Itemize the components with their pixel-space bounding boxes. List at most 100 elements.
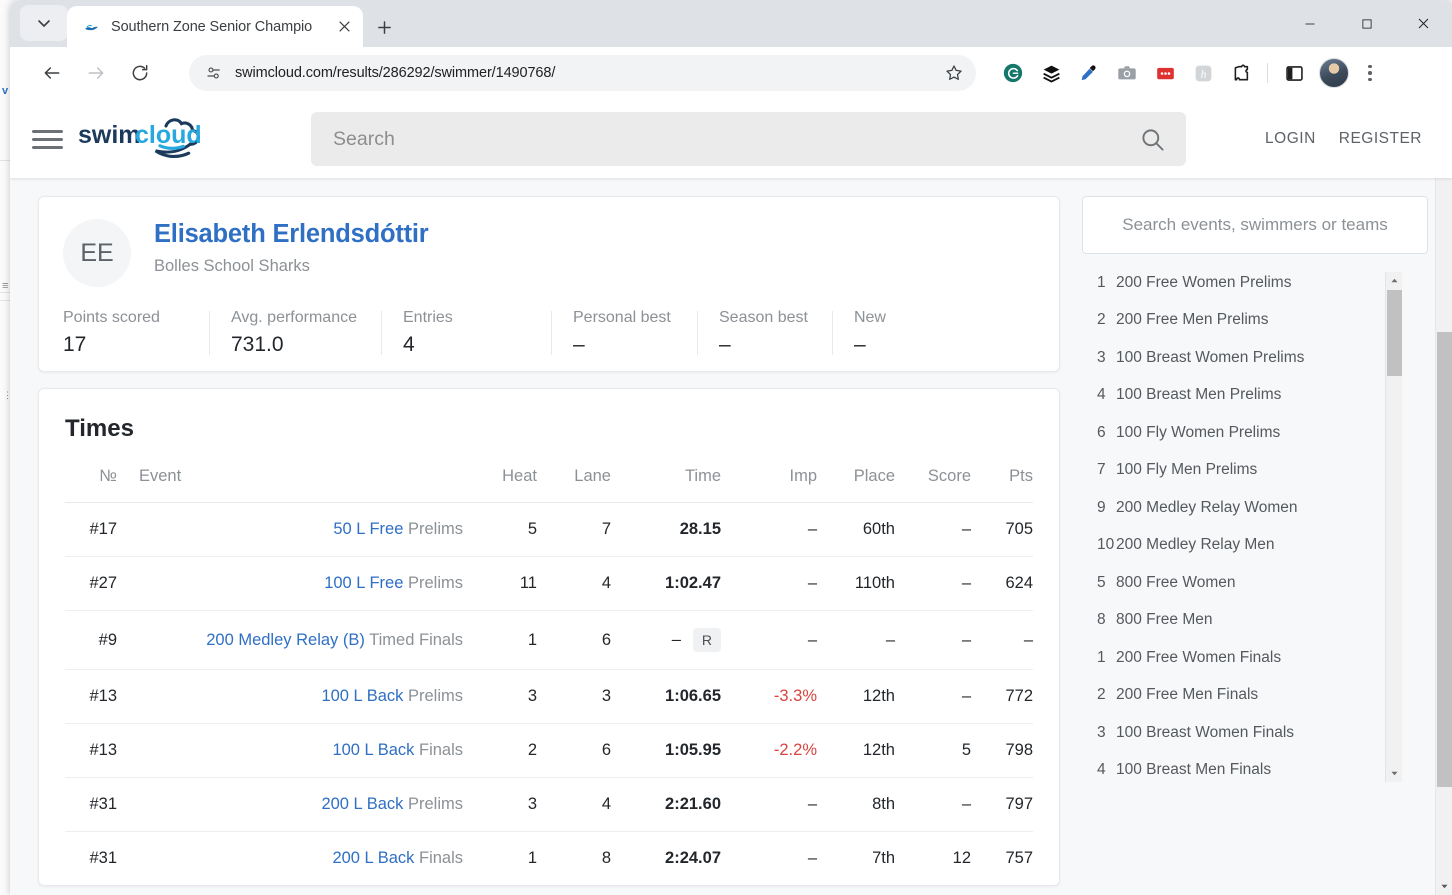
close-icon <box>1418 18 1429 29</box>
event-link[interactable]: 50 L Free <box>333 520 403 538</box>
menu-hamburger-icon[interactable] <box>32 122 66 156</box>
list-item[interactable]: 3 100 Breast Women Prelims <box>1082 339 1428 377</box>
event-round: Prelims <box>407 687 463 705</box>
cell-time: 1:06.65 <box>611 669 721 724</box>
event-link[interactable]: 100 L Free <box>324 574 403 592</box>
scroll-down-arrow-icon[interactable] <box>1386 765 1403 782</box>
page-scrollbar-thumb[interactable] <box>1437 332 1452 787</box>
maximize-button[interactable] <box>1338 0 1395 47</box>
cell-lane: 6 <box>537 610 611 670</box>
list-item[interactable]: 7 100 Fly Men Prelims <box>1082 452 1428 490</box>
page-scrollbar[interactable] <box>1435 100 1452 895</box>
minimize-button[interactable] <box>1281 0 1338 47</box>
site-search-placeholder: Search <box>333 127 395 150</box>
forward-arrow-icon <box>88 67 104 79</box>
event-link[interactable]: 200 L Back <box>321 795 403 813</box>
list-item[interactable]: 1 200 Free Women Finals <box>1082 639 1428 677</box>
swimmer-name-link[interactable]: Elisabeth Erlendsdóttir <box>154 219 429 250</box>
list-item[interactable]: 5 800 Free Women <box>1082 564 1428 602</box>
red-dots-icon <box>1156 67 1174 79</box>
event-number: 3 <box>1097 723 1106 741</box>
stat-personal-best: Personal best – <box>551 309 697 357</box>
close-window-button[interactable] <box>1395 0 1452 47</box>
side-panel-button[interactable] <box>1275 56 1313 90</box>
cell-time: 28.15 <box>611 502 721 557</box>
table-row[interactable]: #31 200 L Back Finals 1 8 2:24.07–7th 12 757 <box>65 831 1033 885</box>
table-row[interactable]: #31 200 L Back Prelims 3 4 2:21.60–8th –797 <box>65 777 1033 832</box>
site-settings-icon[interactable] <box>205 64 223 82</box>
swimmer-team: Bolles School Sharks <box>154 256 310 275</box>
table-row[interactable]: #17 50 L Free Prelims 5 7 28.15–60th –705 <box>65 502 1033 557</box>
sidebar-search-input[interactable]: Search events, swimmers or teams <box>1082 196 1428 254</box>
cell-pts: 757 <box>971 831 1033 885</box>
bookmark-star-icon[interactable] <box>944 63 964 83</box>
browser-tab[interactable]: Southern Zone Senior Champio <box>67 6 363 47</box>
event-label: 100 Breast Women Prelims <box>1116 348 1305 366</box>
honey-icon: h <box>1195 65 1211 81</box>
scrollbar-thumb[interactable] <box>1387 290 1402 376</box>
event-link[interactable]: 100 L Back <box>332 741 414 759</box>
list-item[interactable]: 3 100 Breast Women Finals <box>1082 714 1428 752</box>
chrome-menu-icon[interactable] <box>1355 56 1385 90</box>
swimcloud-logo[interactable]: swim cloud <box>78 112 218 166</box>
cell-heat: 5 <box>463 502 537 557</box>
swimcloud-logo-icon: swim cloud <box>78 118 202 158</box>
login-link[interactable]: LOGIN <box>1265 130 1316 148</box>
col-lane: Lane <box>574 467 611 485</box>
site-header: swim cloud Search LOGIN REGISTER <box>10 100 1452 178</box>
red-dots-extension-icon[interactable] <box>1146 56 1184 90</box>
list-item[interactable]: 2 200 Free Men Prelims <box>1082 302 1428 340</box>
reload-button[interactable] <box>123 56 157 90</box>
list-item[interactable]: 2 200 Free Men Finals <box>1082 677 1428 715</box>
eyedropper-extension-icon[interactable] <box>1070 56 1108 90</box>
tab-title: Southern Zone Senior Champio <box>111 18 313 35</box>
table-row[interactable]: #13 100 L Back Finals 2 6 1:05.95 -2.2% 12th 5 7… <box>65 723 1033 778</box>
cell-time: 2:21.60 <box>611 777 721 832</box>
stat-label: Avg. performance <box>231 309 357 326</box>
list-item[interactable]: 4 100 Breast Men Prelims <box>1082 377 1428 415</box>
event-link[interactable]: 200 Medley Relay (B) <box>206 631 365 649</box>
event-link[interactable]: 100 L Back <box>321 687 403 705</box>
address-bar[interactable]: swimcloud.com/results/286292/swimmer/149… <box>189 55 976 91</box>
extensions-puzzle-icon[interactable] <box>1222 56 1260 90</box>
chrome-profile-avatar[interactable] <box>1319 58 1349 88</box>
list-item[interactable]: 6 100 Fly Women Prelims <box>1082 414 1428 452</box>
extension-toolbar: h <box>994 56 1385 90</box>
event-link[interactable]: 200 L Back <box>332 849 414 867</box>
table-row[interactable]: #9 200 Medley Relay (B) Timed Finals 1 6– R –… <box>65 610 1033 670</box>
cell-time: – R <box>611 610 721 670</box>
cell-event: 200 L Back Finals <box>117 831 463 885</box>
event-list-scrollbar[interactable] <box>1385 272 1402 782</box>
cell-place: 60th <box>817 502 895 557</box>
cell-time: 2:24.07 <box>611 831 721 885</box>
col-score: Score <box>927 467 971 485</box>
cell-score: – <box>895 556 971 611</box>
list-item[interactable]: 10 200 Medley Relay Men <box>1082 527 1428 565</box>
table-row[interactable]: #13 100 L Back Prelims 3 3 1:06.65 -3.3% 12th –… <box>65 669 1033 724</box>
register-link[interactable]: REGISTER <box>1339 130 1422 148</box>
profile-stats: Points scored 17 Avg. performance 731.0 … <box>63 309 1035 357</box>
list-item[interactable]: 1 200 Free Women Prelims <box>1082 264 1428 302</box>
list-item[interactable]: 4 100 Breast Men Finals <box>1082 752 1428 785</box>
layers-extension-icon[interactable] <box>1032 56 1070 90</box>
page-scroll-down-arrow-icon[interactable] <box>1436 878 1452 895</box>
times-table: № Event Heat Lane Time Imp Place Score P… <box>65 453 1033 885</box>
cell-event: 200 Medley Relay (B) Timed Finals <box>117 610 463 670</box>
tab-search-button[interactable] <box>20 5 68 41</box>
grammarly-extension-icon[interactable] <box>994 56 1032 90</box>
cell-pts: 797 <box>971 777 1033 832</box>
scroll-up-arrow-icon[interactable] <box>1386 272 1403 289</box>
list-item[interactable]: 8 800 Free Men <box>1082 602 1428 640</box>
cell-lane: 6 <box>537 723 611 778</box>
back-button[interactable] <box>35 56 69 90</box>
forward-button[interactable] <box>79 56 113 90</box>
screenshot-camera-extension-icon[interactable] <box>1108 56 1146 90</box>
tab-close-button[interactable] <box>331 14 357 40</box>
avatar-initials: EE <box>80 238 114 267</box>
new-tab-button[interactable] <box>368 11 401 44</box>
honey-extension-icon[interactable]: h <box>1184 56 1222 90</box>
site-search-input[interactable]: Search <box>311 112 1186 166</box>
table-row[interactable]: #27 100 L Free Prelims 11 4 1:02.47–110th –62… <box>65 556 1033 611</box>
list-item[interactable]: 9 200 Medley Relay Women <box>1082 489 1428 527</box>
cell-number: #13 <box>65 669 117 724</box>
